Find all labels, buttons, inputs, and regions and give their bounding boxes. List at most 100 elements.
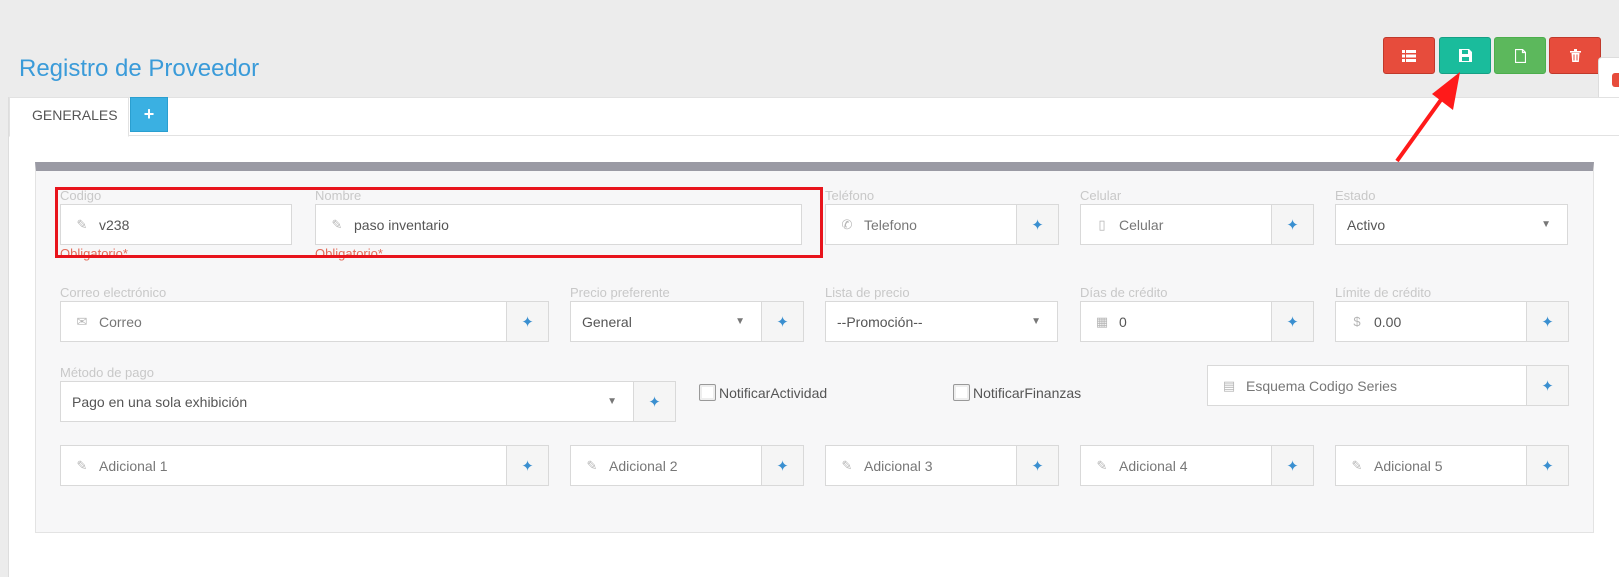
magic-wand-button[interactable]: ✦ <box>634 381 676 422</box>
edit-icon: ✎ <box>76 457 88 473</box>
magic-wand-icon: ✦ <box>776 313 789 331</box>
magic-wand-icon: ✦ <box>521 457 534 475</box>
adicional-5-input[interactable]: ✎ Adicional 5 <box>1335 445 1527 486</box>
limite-credito-label: Límite de crédito <box>1335 285 1432 300</box>
magic-wand-icon: ✦ <box>1286 313 1299 331</box>
magic-wand-button[interactable]: ✦ <box>1017 204 1059 245</box>
esquema-input[interactable]: ▤ Esquema Codigo Series <box>1207 365 1527 406</box>
notificar-finanzas-label: NotificarFinanzas <box>973 384 1082 401</box>
magic-wand-button[interactable]: ✦ <box>1527 301 1569 342</box>
magic-wand-button[interactable]: ✦ <box>762 301 804 342</box>
edit-icon: ✎ <box>1096 457 1108 473</box>
magic-wand-icon: ✦ <box>1031 457 1044 475</box>
magic-wand-icon: ✦ <box>648 393 661 411</box>
magic-wand-button[interactable]: ✦ <box>1017 445 1059 486</box>
side-tab-marker <box>1612 73 1619 87</box>
caret-down-icon: ▼ <box>1031 316 1041 327</box>
telefono-label: Teléfono <box>825 188 875 203</box>
dollar-icon: $ <box>1353 314 1361 329</box>
correo-placeholder: Correo <box>99 313 142 330</box>
edit-icon: ✎ <box>841 457 853 473</box>
magic-wand-icon: ✦ <box>1286 216 1299 234</box>
correo-label: Correo electrónico <box>60 285 167 300</box>
trash-icon <box>1569 49 1581 62</box>
lista-precio-value: --Promoción-- <box>837 313 923 330</box>
precio-preferente-value: General <box>582 313 632 330</box>
adicional-2-placeholder: Adicional 2 <box>609 457 678 474</box>
magic-wand-icon: ✦ <box>1541 377 1554 395</box>
notificar-actividad-label: NotificarActividad <box>719 384 828 401</box>
estado-label: Estado <box>1335 188 1376 203</box>
magic-wand-icon: ✦ <box>1541 313 1554 331</box>
mobile-icon: ▯ <box>1098 216 1106 232</box>
celular-placeholder: Celular <box>1119 216 1164 233</box>
metodo-pago-select[interactable]: Pago en una sola exhibición ▼ <box>60 381 634 422</box>
precio-preferente-label: Precio preferente <box>570 285 670 300</box>
magic-wand-icon: ✦ <box>1286 457 1299 475</box>
adicional-1-input[interactable]: ✎ Adicional 1 <box>60 445 507 486</box>
celular-input[interactable]: ▯ Celular <box>1080 204 1272 245</box>
magic-wand-button[interactable]: ✦ <box>1272 301 1314 342</box>
limite-credito-value: 0.00 <box>1374 313 1402 330</box>
new-document-button[interactable] <box>1494 37 1546 74</box>
tab-bar: GENERALES + <box>9 97 1619 137</box>
calendar-icon: ▦ <box>1095 313 1109 329</box>
magic-wand-button[interactable]: ✦ <box>507 445 549 486</box>
caret-down-icon: ▼ <box>607 396 617 407</box>
precio-preferente-select[interactable]: General ▼ <box>570 301 762 342</box>
save-icon <box>1458 49 1472 62</box>
magic-wand-button[interactable]: ✦ <box>1272 204 1314 245</box>
limite-credito-input[interactable]: $ 0.00 <box>1335 301 1527 342</box>
tab-generales[interactable]: GENERALES <box>9 97 129 137</box>
estado-value: Activo <box>1347 216 1386 233</box>
lista-precio-label: Lista de precio <box>825 285 910 300</box>
magic-wand-icon: ✦ <box>1031 216 1044 234</box>
esquema-placeholder: Esquema Codigo Series <box>1246 377 1397 394</box>
magic-wand-button[interactable]: ✦ <box>762 445 804 486</box>
notificar-actividad-checkbox[interactable]: NotificarActividad <box>699 384 827 401</box>
annotation-highlight-box <box>55 187 823 258</box>
magic-wand-button[interactable]: ✦ <box>1527 365 1569 406</box>
adicional-3-input[interactable]: ✎ Adicional 3 <box>825 445 1017 486</box>
phone-icon: ✆ <box>841 216 853 232</box>
adicional-3-placeholder: Adicional 3 <box>864 457 933 474</box>
envelope-icon: ✉ <box>76 313 88 329</box>
edit-icon: ✎ <box>586 457 598 473</box>
checkbox-box[interactable] <box>953 384 970 401</box>
add-tab-button[interactable]: + <box>130 97 168 132</box>
metodo-pago-label: Método de pago <box>60 365 154 380</box>
edit-icon: ✎ <box>1351 457 1363 473</box>
metodo-pago-value: Pago en una sola exhibición <box>72 393 248 410</box>
dias-credito-label: Días de crédito <box>1080 285 1168 300</box>
page-title: Registro de Proveedor <box>19 55 260 82</box>
magic-wand-icon: ✦ <box>521 313 534 331</box>
magic-wand-button[interactable]: ✦ <box>1527 445 1569 486</box>
list-icon <box>1402 49 1416 62</box>
adicional-4-placeholder: Adicional 4 <box>1119 457 1188 474</box>
list-button[interactable] <box>1383 37 1435 74</box>
magic-wand-icon: ✦ <box>776 457 789 475</box>
caret-down-icon: ▼ <box>735 316 745 327</box>
delete-button[interactable] <box>1549 37 1601 74</box>
estado-select[interactable]: Activo ▼ <box>1335 204 1568 245</box>
checkbox-box[interactable] <box>699 384 716 401</box>
celular-label: Celular <box>1080 188 1122 203</box>
adicional-4-input[interactable]: ✎ Adicional 4 <box>1080 445 1272 486</box>
lista-precio-select[interactable]: --Promoción-- ▼ <box>825 301 1058 342</box>
barcode-icon: ▤ <box>1222 377 1236 393</box>
magic-wand-icon: ✦ <box>1541 457 1554 475</box>
notificar-finanzas-checkbox[interactable]: NotificarFinanzas <box>953 384 1081 401</box>
telefono-input[interactable]: ✆ Telefono <box>825 204 1017 245</box>
caret-down-icon: ▼ <box>1541 219 1551 230</box>
adicional-2-input[interactable]: ✎ Adicional 2 <box>570 445 762 486</box>
magic-wand-button[interactable]: ✦ <box>1272 445 1314 486</box>
dias-credito-value: 0 <box>1119 313 1127 330</box>
file-icon <box>1514 48 1526 63</box>
correo-input[interactable]: ✉ Correo <box>60 301 507 342</box>
adicional-5-placeholder: Adicional 5 <box>1374 457 1443 474</box>
magic-wand-button[interactable]: ✦ <box>507 301 549 342</box>
adicional-1-placeholder: Adicional 1 <box>99 457 168 474</box>
save-button[interactable] <box>1439 37 1491 74</box>
dias-credito-input[interactable]: ▦ 0 <box>1080 301 1272 342</box>
telefono-placeholder: Telefono <box>864 216 917 233</box>
